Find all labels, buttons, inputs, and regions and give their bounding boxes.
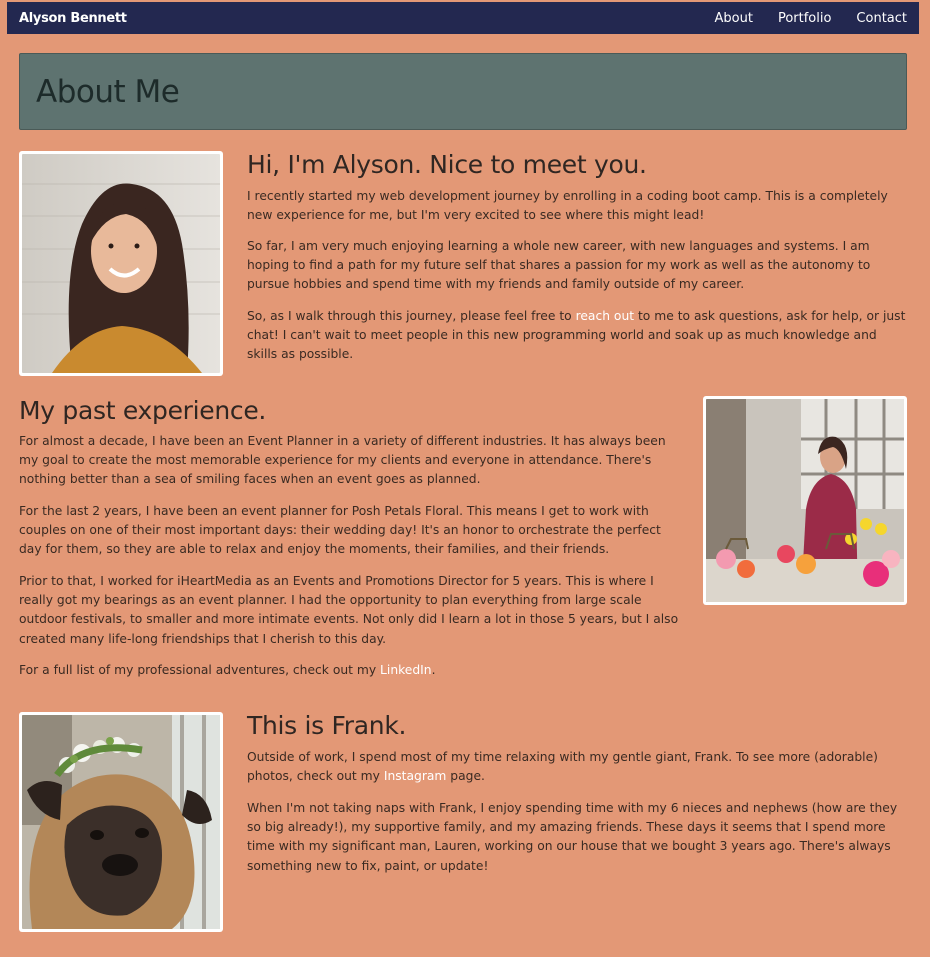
experience-paragraph-2: For the last 2 years, I have been an eve… <box>19 504 661 557</box>
hero-banner: About Me <box>19 53 907 130</box>
intro-heading: Hi, I'm Alyson. Nice to meet you. <box>247 150 647 179</box>
dog-image <box>22 715 220 929</box>
intro-paragraph-1: I recently started my web development jo… <box>247 189 888 223</box>
frank-photo <box>19 712 223 932</box>
experience-paragraph-3: Prior to that, I worked for iHeartMedia … <box>19 574 679 646</box>
page-title: About Me <box>36 73 180 110</box>
portrait-image <box>22 154 220 373</box>
navbar: Alyson Bennett About Portfolio Contact <box>7 2 919 34</box>
frank-heading: This is Frank. <box>247 711 407 740</box>
experience-paragraph-1: For almost a decade, I have been an Even… <box>19 434 666 487</box>
nav-link-about[interactable]: About <box>715 11 753 26</box>
event-image <box>706 399 904 602</box>
intro-paragraph-3: So, as I walk through this journey, plea… <box>247 307 907 365</box>
linkedin-link[interactable]: LinkedIn <box>380 663 432 677</box>
nav-link-contact[interactable]: Contact <box>856 11 907 26</box>
frank-p1-text-start: Outside of work, I spend most of my time… <box>247 750 878 784</box>
experience-heading: My past experience. <box>19 396 267 425</box>
frank-paragraph-1: Outside of work, I spend most of my time… <box>247 748 907 786</box>
reach-out-link[interactable]: reach out <box>576 309 635 323</box>
intro-paragraph-2: So far, I am very much enjoying learning… <box>247 239 871 292</box>
brand-name[interactable]: Alyson Bennett <box>19 11 127 26</box>
intro-p3-text-start: So, as I walk through this journey, plea… <box>247 309 576 323</box>
nav-links: About Portfolio Contact <box>690 11 908 26</box>
nav-link-portfolio[interactable]: Portfolio <box>778 11 831 26</box>
event-photo <box>703 396 907 605</box>
frank-p1-text-end: page. <box>446 769 485 784</box>
experience-p4-text-end: . <box>431 663 436 677</box>
instagram-link[interactable]: Instagram <box>384 769 447 783</box>
profile-photo <box>19 151 223 376</box>
experience-p4-text-start: For a full list of my professional adven… <box>19 663 381 677</box>
frank-paragraph-2: When I'm not taking naps with Frank, I e… <box>247 801 898 873</box>
experience-paragraph-4: For a full list of my professional adven… <box>19 661 687 680</box>
